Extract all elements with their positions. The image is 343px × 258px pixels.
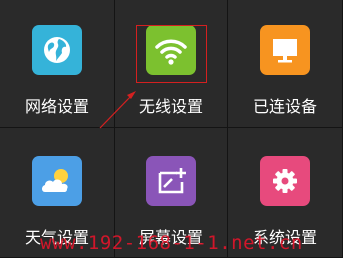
tile-label: 已连设备 [252, 97, 317, 116]
tile-label: 系统设置 [252, 228, 317, 247]
tile-screen-settings[interactable]: 屏幕设置 [115, 128, 228, 258]
tile-system-settings[interactable]: 系统设置 [228, 128, 343, 258]
tile-connected-devices[interactable]: 已连设备 [228, 0, 343, 128]
globe-icon [32, 25, 82, 75]
tile-label: 无线设置 [138, 97, 203, 116]
wifi-icon [146, 25, 196, 75]
settings-grid: 网络设置 无线设置 已连设备 天气设置 屏幕设置 系统设置 [0, 0, 343, 258]
tile-network-settings[interactable]: 网络设置 [0, 0, 115, 128]
screen-add-icon [146, 156, 196, 206]
tile-label: 天气设置 [24, 228, 89, 247]
tile-wireless-settings[interactable]: 无线设置 [115, 0, 228, 128]
tile-weather-settings[interactable]: 天气设置 [0, 128, 115, 258]
monitor-icon [260, 25, 310, 75]
tile-label: 屏幕设置 [138, 228, 203, 247]
tile-label: 网络设置 [24, 97, 89, 116]
weather-icon [32, 156, 82, 206]
gear-icon [260, 156, 310, 206]
